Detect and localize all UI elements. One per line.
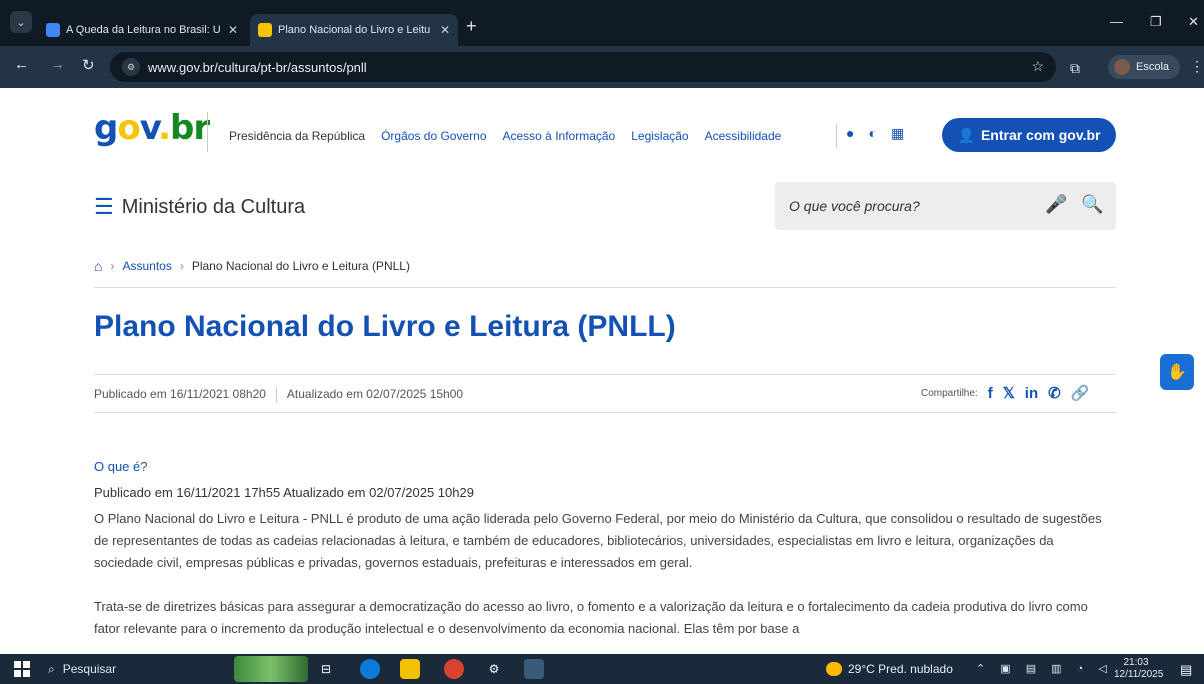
- breadcrumb: ⌂ › Assuntos › Plano Nacional do Livro e…: [94, 258, 410, 274]
- user-icon: 👤: [957, 126, 975, 143]
- link-legislacao[interactable]: Legislação: [631, 129, 688, 143]
- page-title: Plano Nacional do Livro e Leitura (PNLL): [94, 310, 676, 343]
- publish-meta: Publicado em 16/11/2021 08h20 Atualizado…: [94, 387, 463, 403]
- new-tab-icon[interactable]: +: [466, 16, 477, 37]
- chrome-icon[interactable]: [444, 659, 464, 679]
- breadcrumb-current: Plano Nacional do Livro e Leitura (PNLL): [191, 259, 410, 273]
- search-input[interactable]: O que você procura?: [789, 198, 920, 214]
- cookie-icon[interactable]: ●: [846, 125, 854, 142]
- forward-icon[interactable]: →: [50, 56, 65, 73]
- search-icon: ⌕: [48, 661, 55, 676]
- url-field[interactable]: ⚙ www.gov.br/cultura/pt-br/assuntos/pnll…: [110, 52, 1056, 82]
- site-info-icon[interactable]: ⚙: [122, 58, 140, 76]
- section-meta: Publicado em 16/11/2021 17h55 Atualizado…: [94, 485, 474, 500]
- vlibras-accessibility-icon[interactable]: ✋: [1160, 354, 1194, 390]
- close-window-icon[interactable]: ✕: [1188, 14, 1199, 30]
- tab-title: A Queda da Leitura no Brasil: U: [66, 24, 221, 36]
- x-twitter-icon[interactable]: 𝕏: [1003, 384, 1015, 402]
- link-orgaos[interactable]: Órgãos do Governo: [381, 129, 486, 143]
- ministry-title[interactable]: Ministério da Cultura: [122, 196, 305, 219]
- system-tray-icons[interactable]: ⌃ ▣ ▤ ▥ ◔ ◁: [976, 662, 1113, 675]
- login-label: Entrar com gov.br: [980, 127, 1101, 143]
- notifications-icon[interactable]: ▤: [1180, 662, 1192, 678]
- tab-pnll[interactable]: Plano Nacional do Livro e Leitu ✕: [250, 14, 458, 46]
- hamburger-menu-icon[interactable]: ☰: [94, 194, 114, 220]
- weather-cloud-sun-icon: [826, 662, 842, 676]
- breadcrumb-assuntos[interactable]: Assuntos: [122, 259, 171, 273]
- updated-date: Atualizado em 02/07/2025 15h00: [286, 387, 464, 401]
- share-label: Compartilhe:: [921, 387, 978, 399]
- weather-widget[interactable]: 29°C Pred. nublado: [826, 662, 953, 676]
- apps-grid-icon[interactable]: ▦: [891, 125, 904, 142]
- windows-start-icon[interactable]: [14, 661, 30, 677]
- web-page: gov.br Presidência da República Órgãos d…: [0, 88, 1204, 654]
- divider: [275, 387, 277, 403]
- edge-icon[interactable]: [360, 659, 380, 679]
- profile-label: Escola: [1136, 61, 1170, 73]
- news-widget-image[interactable]: [234, 656, 308, 682]
- clock[interactable]: 21:03 12/11/2025: [1114, 657, 1164, 681]
- profile-button[interactable]: Escola: [1108, 55, 1180, 79]
- search-box[interactable]: O que você procura? 🎤 🔍: [775, 182, 1116, 230]
- header-icons: ● ◐ ▦: [846, 125, 904, 142]
- taskbar: ⌕ Pesquisar ⊟ ⚙ 29°C Pred. nublado ⌃ ▣ ▤…: [0, 654, 1204, 684]
- tab-search-icon[interactable]: ⌄: [10, 11, 32, 33]
- microphone-icon[interactable]: 🎤: [1045, 194, 1067, 215]
- link-acessibilidade[interactable]: Acessibilidade: [705, 129, 782, 143]
- browser-address-bar: ← → ↻ ⚙ www.gov.br/cultura/pt-br/assunto…: [0, 46, 1204, 88]
- share-bar: Compartilhe: f 𝕏 in ✆ 🔗: [921, 384, 1090, 403]
- settings-gear-icon[interactable]: ⚙: [484, 659, 504, 679]
- link-acesso-informacao[interactable]: Acesso à Informação: [503, 129, 616, 143]
- header-links: Presidência da República Órgãos do Gover…: [229, 129, 781, 143]
- restore-icon[interactable]: ❐: [1150, 14, 1162, 30]
- extensions-icon[interactable]: ⧉: [1070, 60, 1080, 77]
- section-title[interactable]: O que é?: [94, 459, 148, 474]
- weather-text: 29°C Pred. nublado: [848, 662, 953, 676]
- divider: [94, 374, 1116, 375]
- reload-icon[interactable]: ↻: [82, 56, 95, 74]
- minimize-icon[interactable]: —: [1110, 14, 1123, 29]
- clock-date: 12/11/2025: [1114, 669, 1164, 680]
- ministry-menu: ☰ Ministério da Cultura: [94, 194, 305, 220]
- contrast-icon[interactable]: ◐: [868, 125, 876, 142]
- whatsapp-icon[interactable]: ✆: [1048, 384, 1061, 402]
- paragraph: O Plano Nacional do Livro e Leitura - PN…: [94, 511, 1102, 570]
- bookmark-star-icon[interactable]: ☆: [1031, 58, 1044, 75]
- divider: [94, 412, 1116, 413]
- published-date: Publicado em 16/11/2021 08h20: [94, 387, 266, 401]
- tab-title: Plano Nacional do Livro e Leitu: [278, 24, 431, 36]
- browser-menu-icon[interactable]: ⋮: [1190, 58, 1204, 75]
- taskbar-search[interactable]: ⌕ Pesquisar: [48, 658, 224, 680]
- file-explorer-icon[interactable]: [400, 659, 420, 679]
- chevron-right-icon: ›: [179, 259, 184, 273]
- govbr-logo[interactable]: gov.br: [94, 108, 210, 148]
- close-icon[interactable]: ✕: [440, 23, 450, 37]
- chrome-active-icon[interactable]: [524, 659, 544, 679]
- divider: [94, 287, 1116, 288]
- copy-link-icon[interactable]: 🔗: [1071, 384, 1090, 402]
- govbr-favicon-icon: [258, 23, 272, 37]
- taskbar-search-label: Pesquisar: [62, 662, 117, 676]
- avatar: [1114, 59, 1130, 75]
- home-icon[interactable]: ⌂: [94, 258, 102, 274]
- paragraph: Trata-se de diretrizes básicas para asse…: [94, 599, 1088, 636]
- chevron-right-icon: ›: [110, 259, 115, 273]
- close-icon[interactable]: ✕: [228, 23, 238, 37]
- linkedin-icon[interactable]: in: [1025, 385, 1038, 402]
- divider: [836, 124, 837, 148]
- docs-icon: [46, 23, 60, 37]
- link-presidencia[interactable]: Presidência da República: [229, 129, 365, 143]
- back-icon[interactable]: ←: [14, 56, 29, 73]
- divider: [207, 112, 208, 152]
- facebook-icon[interactable]: f: [988, 385, 993, 402]
- browser-tab-bar: ⌄ A Queda da Leitura no Brasil: U ✕ Plan…: [0, 0, 1204, 46]
- clock-time: 21:03: [1123, 657, 1149, 668]
- search-icon[interactable]: 🔍: [1081, 194, 1103, 215]
- url-text: www.gov.br/cultura/pt-br/assuntos/pnll: [148, 59, 367, 75]
- login-button[interactable]: 👤 Entrar com gov.br: [942, 118, 1116, 152]
- task-view-icon[interactable]: ⊟: [316, 659, 336, 679]
- tab-queda-leitura[interactable]: A Queda da Leitura no Brasil: U ✕: [38, 14, 246, 46]
